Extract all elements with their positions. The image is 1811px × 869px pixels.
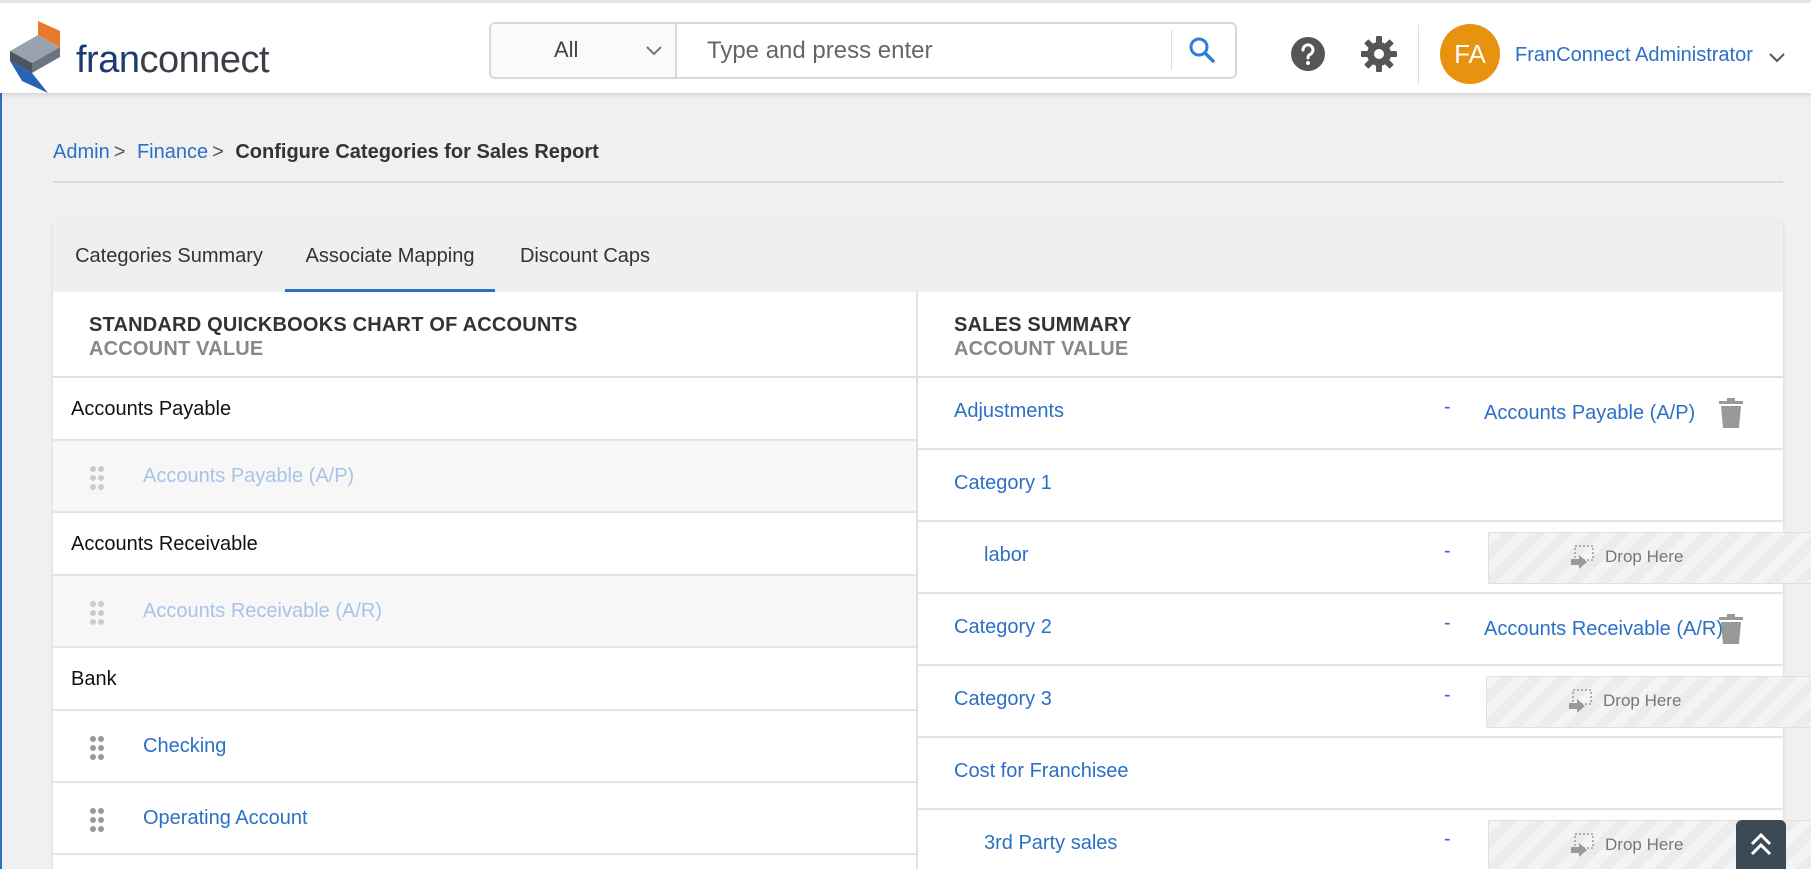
account-group: Accounts Receivable — [53, 513, 916, 576]
sales-summary-panel: SALES SUMMARY ACCOUNT VALUE Adjustments … — [918, 292, 1811, 869]
drag-handle-icon — [90, 466, 104, 490]
account-item: Accounts Payable (A/P) — [53, 441, 916, 513]
scroll-to-top-button[interactable] — [1736, 820, 1786, 869]
drop-icon — [1569, 689, 1592, 713]
search-scope-value: All — [554, 37, 579, 62]
right-panel-title: SALES SUMMARY — [954, 314, 1132, 336]
sales-subcategory-name[interactable]: labor — [984, 544, 1028, 567]
help-icon[interactable] — [1290, 36, 1326, 72]
sales-category-row: Category 3 - Drop Here — [918, 666, 1811, 738]
sales-subcategory-row: 3rd Party sales - Drop Here — [918, 810, 1811, 869]
breadcrumb-separator: > — [212, 141, 224, 163]
search-button[interactable] — [1171, 30, 1231, 70]
breadcrumb-admin[interactable]: Admin — [53, 141, 110, 163]
search-scope-select[interactable]: All — [491, 24, 677, 77]
right-panel-subtitle: ACCOUNT VALUE — [954, 338, 1129, 360]
drop-zone-label: Drop Here — [1603, 691, 1682, 710]
mapping-dash: - — [1444, 540, 1451, 562]
drop-zone[interactable]: Drop Here — [1488, 532, 1811, 584]
account-group: Accounts Payable — [53, 378, 916, 441]
sales-category-row: Category 1 — [918, 450, 1783, 522]
drop-icon — [1571, 545, 1594, 569]
sales-category-row: Category 2 - Accounts Receivable (A/R) — [918, 594, 1783, 666]
avatar[interactable]: FA — [1440, 24, 1500, 84]
chevron-down-icon — [646, 46, 662, 56]
breadcrumb-divider — [53, 181, 1783, 183]
logo-wordmark: franconnect — [76, 39, 270, 82]
sales-category-name[interactable]: Adjustments — [954, 400, 1064, 423]
tab-associate-mapping[interactable]: Associate Mapping — [285, 222, 495, 292]
left-panel-subtitle: ACCOUNT VALUE — [89, 338, 264, 360]
logo-text-connect: connect — [139, 39, 270, 81]
mapped-account[interactable]: Accounts Receivable (A/R) — [1484, 618, 1723, 641]
breadcrumb-separator: > — [113, 141, 126, 163]
franconnect-logo[interactable]: franconnect — [8, 21, 270, 93]
gear-icon[interactable] — [1360, 35, 1398, 73]
search-input[interactable] — [679, 24, 1157, 77]
tab-bar: Categories Summary Associate Mapping Dis… — [53, 222, 1783, 292]
sales-category-name[interactable]: Category 1 — [954, 472, 1052, 495]
mapping-dash: - — [1444, 396, 1451, 418]
drag-handle-icon[interactable] — [89, 735, 105, 761]
breadcrumb: Admin > Finance > Configure Categories for… — [53, 141, 599, 164]
mapping-dash: - — [1444, 612, 1451, 634]
sales-category-row: Adjustments - Accounts Payable (A/P) — [918, 378, 1783, 450]
account-item-label: Accounts Receivable (A/R) — [143, 600, 382, 622]
mapping-dash: - — [1444, 828, 1451, 850]
sales-category-name[interactable]: Cost for Franchisee — [954, 760, 1129, 783]
trash-icon[interactable] — [1719, 398, 1743, 428]
page-title: Configure Categories for Sales Report — [235, 141, 599, 163]
account-item-label: Checking — [143, 735, 227, 757]
account-group-label: Accounts Payable — [71, 398, 232, 420]
sales-category-row: Cost for Franchisee — [918, 738, 1783, 810]
mapping-card: Categories Summary Associate Mapping Dis… — [53, 222, 1811, 869]
trash-icon[interactable] — [1719, 614, 1743, 644]
drop-icon — [1571, 833, 1594, 857]
drop-zone-label: Drop Here — [1605, 835, 1684, 854]
left-edge-accent — [0, 93, 2, 869]
account-item-label: Accounts Payable (A/P) — [143, 465, 355, 487]
logo-text-fran: fran — [76, 39, 140, 81]
account-group-label: Accounts Receivable — [71, 533, 258, 555]
account-item-label: Operating Account — [143, 807, 308, 829]
account-group-label: Bank — [71, 668, 117, 690]
account-item[interactable]: Checking — [53, 711, 916, 783]
global-search: All — [489, 22, 1237, 79]
mapping-dash: - — [1444, 684, 1451, 706]
logo-mark-icon — [10, 21, 60, 93]
drop-zone-label: Drop Here — [1605, 547, 1684, 566]
header-divider — [1418, 25, 1419, 85]
sales-category-name[interactable]: Category 3 — [954, 688, 1052, 711]
account-item[interactable]: Operating Account — [53, 783, 916, 855]
breadcrumb-finance[interactable]: Finance — [137, 141, 208, 163]
sales-category-name[interactable]: Category 2 — [954, 616, 1052, 639]
double-chevron-up-icon — [1750, 832, 1772, 856]
top-header: franconnect All FA FranConnect A — [0, 0, 1811, 93]
right-panel-header: SALES SUMMARY ACCOUNT VALUE — [918, 292, 1783, 378]
sales-subcategory-name[interactable]: 3rd Party sales — [984, 832, 1117, 855]
quickbooks-accounts-panel: STANDARD QUICKBOOKS CHART OF ACCOUNTS AC… — [53, 292, 918, 869]
drop-zone[interactable]: Drop Here — [1486, 676, 1811, 728]
search-icon — [1189, 37, 1215, 63]
left-panel-title: STANDARD QUICKBOOKS CHART OF ACCOUNTS — [89, 314, 578, 336]
user-name[interactable]: FranConnect Administrator — [1515, 44, 1753, 67]
sales-subcategory-row: labor - Drop Here — [918, 522, 1811, 594]
account-item: Accounts Receivable (A/R) — [53, 576, 916, 648]
mapped-account[interactable]: Accounts Payable (A/P) — [1484, 402, 1695, 425]
account-group: Bank — [53, 648, 916, 711]
drag-handle-icon — [90, 601, 104, 625]
tab-discount-caps[interactable]: Discount Caps — [495, 222, 675, 292]
drag-handle-icon[interactable] — [89, 807, 105, 833]
left-panel-header: STANDARD QUICKBOOKS CHART OF ACCOUNTS AC… — [53, 292, 916, 378]
chevron-down-icon[interactable] — [1766, 46, 1788, 68]
tab-categories-summary[interactable]: Categories Summary — [53, 222, 285, 292]
